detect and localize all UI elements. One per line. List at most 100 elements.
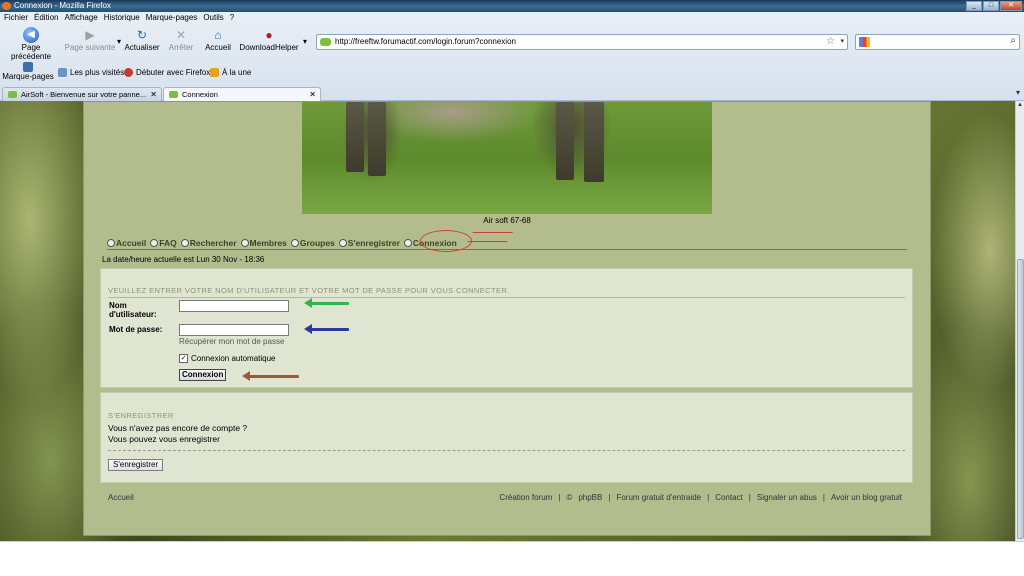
current-date: La date/heure actuelle est Lun 30 Nov - … bbox=[102, 255, 265, 264]
close-icon[interactable]: ✕ bbox=[1000, 1, 1022, 11]
search-icon[interactable]: ⌕ bbox=[1010, 35, 1016, 46]
footer-separator: | bbox=[608, 493, 611, 502]
tab-bar: AirSoft - Bienvenue sur votre panne... ✕… bbox=[0, 86, 1024, 101]
annotation-circle bbox=[420, 230, 472, 252]
register-title: S'ENREGISTRER bbox=[108, 411, 174, 420]
search-bar[interactable]: ⌕ bbox=[855, 34, 1020, 50]
login-button[interactable]: Connexion bbox=[179, 369, 227, 381]
footer-link[interactable]: Avoir un blog gratuit bbox=[831, 493, 902, 502]
register-icon bbox=[338, 238, 347, 247]
tab-connexion[interactable]: Connexion ✕ bbox=[163, 87, 321, 101]
faq-icon bbox=[150, 238, 159, 247]
url-dropdown-icon[interactable]: ▾ bbox=[840, 35, 844, 49]
menu-historique[interactable]: Historique bbox=[104, 12, 140, 24]
register-text-1: Vous n'avez pas encore de compte ? bbox=[108, 423, 248, 433]
footer-home-link[interactable]: Accueil bbox=[108, 493, 134, 502]
site-favicon bbox=[320, 38, 331, 46]
window-title: Connexion - Mozilla Firefox bbox=[14, 1, 111, 10]
menu-help[interactable]: ? bbox=[230, 12, 234, 24]
url-text: http://freeftw.forumactif.com/login.foru… bbox=[335, 37, 516, 46]
password-input[interactable] bbox=[179, 324, 289, 336]
home-button[interactable]: ⌂ Accueil bbox=[202, 25, 234, 52]
scroll-thumb[interactable] bbox=[1017, 259, 1024, 539]
google-icon[interactable] bbox=[859, 37, 870, 47]
register-panel: S'ENREGISTRER Vous n'avez pas encore de … bbox=[100, 392, 913, 483]
nav-faq[interactable]: FAQ bbox=[150, 236, 177, 249]
tab-close-icon[interactable]: ✕ bbox=[309, 88, 316, 101]
maximize-icon[interactable]: □ bbox=[983, 1, 999, 11]
forward-label: Page suivante bbox=[64, 43, 116, 52]
tab-label: AirSoft - Bienvenue sur votre panne... bbox=[21, 90, 147, 99]
stop-icon: ✕ bbox=[175, 28, 187, 42]
password-label: Mot de passe: bbox=[109, 325, 163, 334]
scroll-up-icon[interactable]: ▲ bbox=[1017, 102, 1023, 108]
footer-link[interactable]: Contact bbox=[715, 493, 743, 502]
groups-icon bbox=[290, 238, 299, 247]
checkbox-check-icon[interactable]: ✓ bbox=[179, 354, 188, 363]
browser-chrome: Fichier Édition Affichage Historique Mar… bbox=[0, 12, 1024, 101]
bookmark-debuter[interactable]: Débuter avec Firefox bbox=[124, 68, 210, 77]
brown-arrow bbox=[242, 371, 299, 381]
login-panel: VEUILLEZ ENTRER VOTRE NOM D'UTILISATEUR … bbox=[100, 268, 913, 388]
url-bar[interactable]: http://freeftw.forumactif.com/login.foru… bbox=[316, 34, 848, 50]
footer-link[interactable]: Forum gratuit d'entraide bbox=[616, 493, 701, 502]
footer-separator: | bbox=[822, 493, 825, 502]
stop-button[interactable]: ✕ Arrêter bbox=[166, 25, 196, 52]
downloadhelper-dropdown[interactable]: ▾ bbox=[302, 37, 308, 46]
nav-groupes[interactable]: Groupes bbox=[290, 236, 335, 249]
login-icon bbox=[403, 238, 412, 247]
forgot-password-link[interactable]: Récupérer mon mot de passe bbox=[179, 337, 284, 346]
nav-rechercher[interactable]: Rechercher bbox=[180, 236, 237, 249]
marque-pages-button[interactable]: Marque-pages bbox=[2, 62, 54, 81]
reload-icon: ↻ bbox=[136, 28, 148, 42]
footer-link[interactable]: Création forum bbox=[499, 493, 552, 502]
page-icon bbox=[58, 68, 67, 77]
banner-caption: Air soft 67-68 bbox=[483, 216, 531, 225]
search-icon bbox=[180, 238, 189, 247]
forum-page: Air soft 67-68 Accueil FAQ Rechercher Me… bbox=[83, 101, 931, 536]
nav-accueil[interactable]: Accueil bbox=[107, 236, 146, 249]
history-dropdown[interactable]: ▾ bbox=[116, 37, 122, 46]
blue-arrow bbox=[304, 324, 349, 334]
menu-marque-pages[interactable]: Marque-pages bbox=[146, 12, 198, 24]
register-text-2: Vous pouvez vous enregistrer bbox=[108, 434, 220, 444]
status-area bbox=[0, 541, 1024, 576]
bookmark-plus-visites[interactable]: Les plus visités bbox=[58, 68, 124, 77]
downloadhelper-label: DownloadHelper bbox=[239, 43, 299, 52]
forward-button[interactable]: ▶ Page suivante bbox=[64, 25, 116, 52]
tab-close-icon[interactable]: ✕ bbox=[150, 88, 157, 101]
title-bar: Connexion - Mozilla Firefox _ □ ✕ bbox=[0, 0, 1024, 12]
tab-label: Connexion bbox=[182, 90, 218, 99]
bookmark-label: À la une bbox=[222, 68, 252, 77]
footer-separator: | bbox=[558, 493, 561, 502]
menu-affichage[interactable]: Affichage bbox=[64, 12, 97, 24]
tab-list-icon[interactable]: ▾ bbox=[1016, 88, 1020, 97]
home-icon: ⌂ bbox=[214, 28, 222, 42]
bookmark-a-la-une[interactable]: À la une bbox=[210, 68, 251, 77]
register-button[interactable]: S'enregistrer bbox=[108, 459, 164, 471]
footer-link[interactable]: Signaler un abus bbox=[757, 493, 817, 502]
username-input[interactable] bbox=[179, 300, 289, 312]
stop-label: Arrêter bbox=[168, 43, 194, 52]
back-button[interactable]: ◀ Page précédente bbox=[2, 25, 60, 61]
marque-pages-label: Marque-pages bbox=[2, 72, 54, 81]
menu-fichier[interactable]: Fichier bbox=[4, 12, 28, 24]
minimize-icon[interactable]: _ bbox=[966, 1, 982, 11]
auto-login-checkbox[interactable]: ✓ Connexion automatique bbox=[179, 354, 276, 363]
nav-enregistrer[interactable]: S'enregistrer bbox=[338, 236, 400, 249]
tab-airsoft[interactable]: AirSoft - Bienvenue sur votre panne... ✕ bbox=[2, 87, 162, 101]
nav-membres[interactable]: Membres bbox=[240, 236, 287, 249]
footer-link[interactable]: phpBB bbox=[578, 493, 602, 502]
footer-links: Création forum | © phpBB | Forum gratuit… bbox=[499, 493, 902, 502]
vertical-scrollbar[interactable]: ▲ bbox=[1015, 101, 1024, 541]
downloadhelper-button[interactable]: ● DownloadHelper bbox=[238, 25, 300, 52]
home-icon bbox=[107, 238, 115, 247]
bookmarks-icon bbox=[23, 62, 33, 72]
reload-button[interactable]: ↻ Actualiser bbox=[124, 25, 160, 52]
menu-edition[interactable]: Édition bbox=[34, 12, 58, 24]
footer-separator: | bbox=[748, 493, 751, 502]
annotation-arrow bbox=[467, 232, 513, 242]
bookmark-star-icon[interactable]: ☆ bbox=[826, 35, 835, 49]
menu-outils[interactable]: Outils bbox=[203, 12, 223, 24]
back-arrow-icon: ◀ bbox=[23, 27, 39, 43]
